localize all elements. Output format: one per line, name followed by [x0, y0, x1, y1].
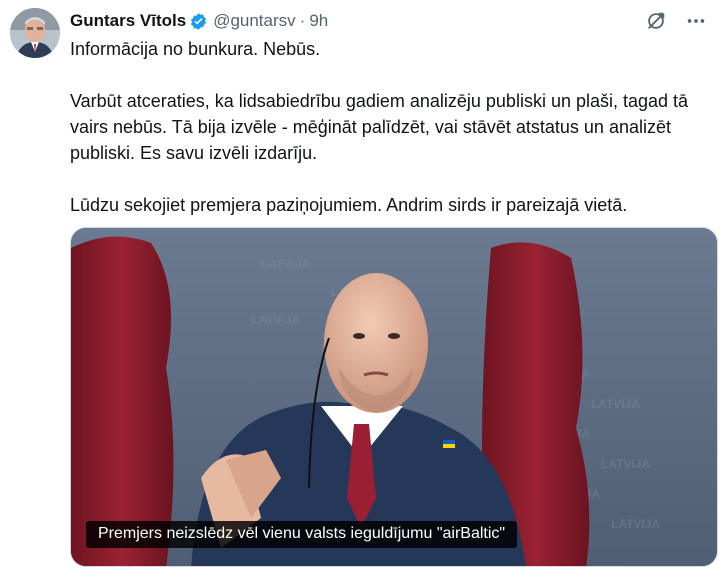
tweet-paragraph-2: Varbūt atceraties, ka lidsabiedrību gadi… [70, 91, 689, 163]
media-caption: Premjers neizslēdz vēl vienu valsts iegu… [86, 521, 518, 548]
grok-icon[interactable] [643, 8, 669, 34]
tweet-timestamp[interactable]: 9h [309, 10, 328, 32]
author-handle[interactable]: @guntarsv [213, 10, 295, 32]
tweet-header: Guntars Vītols @guntarsv · 9h [70, 10, 328, 32]
tweet-media-image[interactable]: LATVIJA LATVIJA LATVIJA LATVIJA LATVIJA … [70, 227, 718, 567]
avatar[interactable] [10, 8, 60, 58]
verified-badge-icon [189, 12, 208, 31]
separator-dot: · [299, 11, 306, 30]
svg-text:LATVIJA: LATVIJA [251, 313, 300, 327]
avatar-image [10, 8, 60, 58]
author-name[interactable]: Guntars Vītols [70, 10, 186, 32]
svg-text:LATVIJA: LATVIJA [591, 397, 640, 411]
svg-text:LATVIJA: LATVIJA [601, 457, 650, 471]
tweet-paragraph-3: Lūdzu sekojiet premjera paziņojumiem. An… [70, 195, 628, 215]
tweet[interactable]: Guntars Vītols @guntarsv · 9h Informācij… [0, 0, 721, 570]
svg-text:LATVIJA: LATVIJA [611, 517, 660, 531]
tweet-paragraph-1: Informācija no bunkura. Nebūs. [70, 39, 321, 59]
more-icon[interactable] [683, 8, 709, 34]
press-conference-photo: LATVIJA LATVIJA LATVIJA LATVIJA LATVIJA … [71, 228, 717, 566]
tweet-text: Informācija no bunkura. Nebūs. Varbūt at… [70, 36, 710, 218]
svg-text:LATVIJA: LATVIJA [261, 257, 310, 271]
tweet-actions-top [643, 8, 709, 34]
